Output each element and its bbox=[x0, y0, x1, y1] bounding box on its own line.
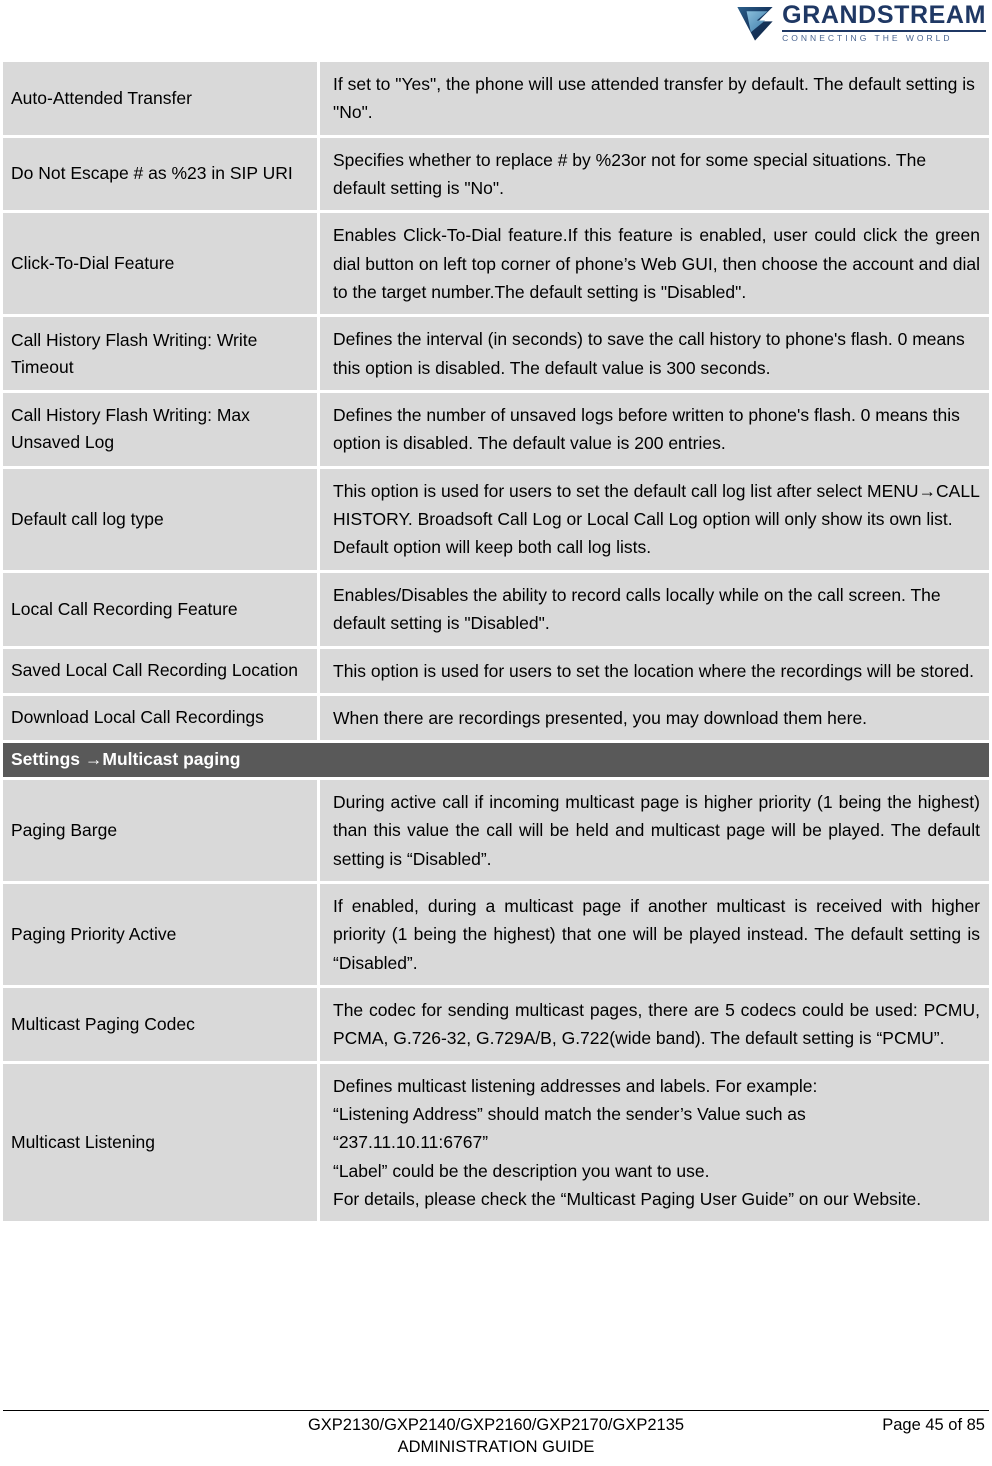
parameter-description-cell: This option is used for users to set the… bbox=[320, 465, 989, 570]
table-row: Call History Flash Writing: Write Timeou… bbox=[3, 314, 989, 391]
description-line: Specifies whether to replace # by %23or … bbox=[333, 149, 927, 199]
description-line: The codec for sending multicast pages, t… bbox=[333, 1000, 980, 1049]
logo-tagline: CONNECTING THE WORLD bbox=[782, 33, 953, 44]
parameter-name-cell: Download Local Call Recordings bbox=[3, 692, 320, 741]
parameter-description-cell: If set to "Yes", the phone will use atte… bbox=[320, 62, 989, 135]
parameter-description-cell: Defines multicast listening addresses an… bbox=[320, 1060, 989, 1222]
description-line: Defines multicast listening addresses an… bbox=[333, 1075, 818, 1096]
description-line: Defines the number of unsaved logs befor… bbox=[333, 405, 960, 454]
logo-divider-rule bbox=[782, 30, 986, 33]
table-row: Auto-Attended Transfer If set to "Yes", … bbox=[3, 62, 989, 135]
footer-page-number: Page 45 of 85 bbox=[882, 1416, 985, 1434]
parameter-name-cell: Multicast Paging Codec bbox=[3, 985, 320, 1061]
description-line: This option is used for users to set the… bbox=[333, 660, 975, 681]
table-row: Do Not Escape # as %23 in SIP URI Specif… bbox=[3, 134, 989, 211]
description-line: For details, please check the “Multicast… bbox=[333, 1189, 922, 1210]
parameter-description-cell: When there are recordings presented, you… bbox=[320, 692, 989, 741]
parameter-name-cell: Local Call Recording Feature bbox=[3, 569, 320, 646]
parameter-name-cell: Call History Flash Writing: Write Timeou… bbox=[3, 314, 320, 391]
table-row: Default call log type This option is use… bbox=[3, 465, 989, 570]
description-line: Enables Click-To-Dial feature.If this fe… bbox=[333, 225, 980, 303]
logo-wordmark: GRANDSTREAM bbox=[782, 1, 986, 30]
parameter-name-cell: Call History Flash Writing: Max Unsaved … bbox=[3, 390, 320, 466]
page-footer: GXP2130/GXP2140/GXP2160/GXP2170/GXP2135 … bbox=[3, 1410, 989, 1458]
parameter-name-cell: Auto-Attended Transfer bbox=[3, 62, 320, 135]
parameter-description-cell: Defines the number of unsaved logs befor… bbox=[320, 390, 989, 466]
parameter-description-cell: The codec for sending multicast pages, t… bbox=[320, 985, 989, 1061]
footer-models-line: GXP2130/GXP2140/GXP2160/GXP2170/GXP2135 bbox=[307, 1416, 685, 1434]
parameter-name-cell: Default call log type bbox=[3, 465, 320, 570]
footer-content: GXP2130/GXP2140/GXP2160/GXP2170/GXP2135 … bbox=[3, 1414, 989, 1458]
parameter-description-cell: During active call if incoming multicast… bbox=[320, 776, 989, 881]
settings-table-body: Auto-Attended Transfer If set to "Yes", … bbox=[3, 62, 989, 1222]
description-line: If enabled, during a multicast page if a… bbox=[333, 895, 980, 973]
description-line: “Listening Address” should match the sen… bbox=[333, 1104, 806, 1125]
table-row: Multicast Paging Codec The codec for sen… bbox=[3, 985, 989, 1061]
parameter-name-cell: Click-To-Dial Feature bbox=[3, 210, 320, 315]
parameter-name-cell: Paging Priority Active bbox=[3, 880, 320, 985]
settings-parameter-table: Auto-Attended Transfer If set to "Yes", … bbox=[3, 62, 989, 1222]
table-row: Paging Barge During active call if incom… bbox=[3, 776, 989, 881]
table-row: Local Call Recording Feature Enables/Dis… bbox=[3, 569, 989, 646]
description-line: During active call if incoming multicast… bbox=[333, 791, 980, 869]
footer-document-title: GXP2130/GXP2140/GXP2160/GXP2170/GXP2135 … bbox=[3, 1414, 989, 1459]
page-header: GRANDSTREAM CONNECTING THE WORLD bbox=[0, 0, 992, 62]
description-line: “237.11.10.11:6767” bbox=[333, 1132, 489, 1153]
parameter-name-cell: Do Not Escape # as %23 in SIP URI bbox=[3, 134, 320, 211]
parameter-name-cell: Multicast Listening bbox=[3, 1060, 320, 1222]
description-line: Enables/Disables the ability to record c… bbox=[333, 584, 941, 634]
parameter-description-cell: Defines the interval (in seconds) to sav… bbox=[320, 314, 989, 391]
description-line: When there are recordings presented, you… bbox=[333, 707, 868, 728]
parameter-description-cell: Enables/Disables the ability to record c… bbox=[320, 569, 989, 646]
table-row: Multicast Listening Defines multicast li… bbox=[3, 1060, 989, 1222]
description-line: Defines the interval (in seconds) to sav… bbox=[333, 329, 965, 378]
description-line: If set to "Yes", the phone will use atte… bbox=[333, 74, 975, 123]
parameter-description-cell: This option is used for users to set the… bbox=[320, 645, 989, 693]
table-row: Download Local Call Recordings When ther… bbox=[3, 692, 989, 741]
parameter-description-cell: Enables Click-To-Dial feature.If this fe… bbox=[320, 210, 989, 315]
logo-text-block: GRANDSTREAM CONNECTING THE WORLD bbox=[782, 3, 986, 43]
table-row: Paging Priority Active If enabled, durin… bbox=[3, 880, 989, 985]
grandstream-logo: GRANDSTREAM CONNECTING THE WORLD bbox=[734, 2, 986, 44]
description-line: “Label” could be the description you wan… bbox=[333, 1160, 710, 1181]
section-header-row: Settings →Multicast paging bbox=[3, 740, 989, 777]
parameter-name-cell: Saved Local Call Recording Location bbox=[3, 645, 320, 693]
table-row: Saved Local Call Recording Location This… bbox=[3, 645, 989, 693]
footer-guide-line: ADMINISTRATION GUIDE bbox=[397, 1437, 595, 1456]
footer-divider-rule bbox=[3, 1410, 989, 1411]
parameter-description-cell: Specifies whether to replace # by %23or … bbox=[320, 134, 989, 211]
section-header-title: Settings →Multicast paging bbox=[3, 740, 989, 777]
table-row: Click-To-Dial Feature Enables Click-To-D… bbox=[3, 210, 989, 315]
table-row: Call History Flash Writing: Max Unsaved … bbox=[3, 390, 989, 466]
grandstream-swoosh-icon bbox=[737, 7, 773, 41]
parameter-name-cell: Paging Barge bbox=[3, 776, 320, 881]
description-line: This option is used for users to set the… bbox=[333, 480, 980, 558]
parameter-description-cell: If enabled, during a multicast page if a… bbox=[320, 880, 989, 985]
